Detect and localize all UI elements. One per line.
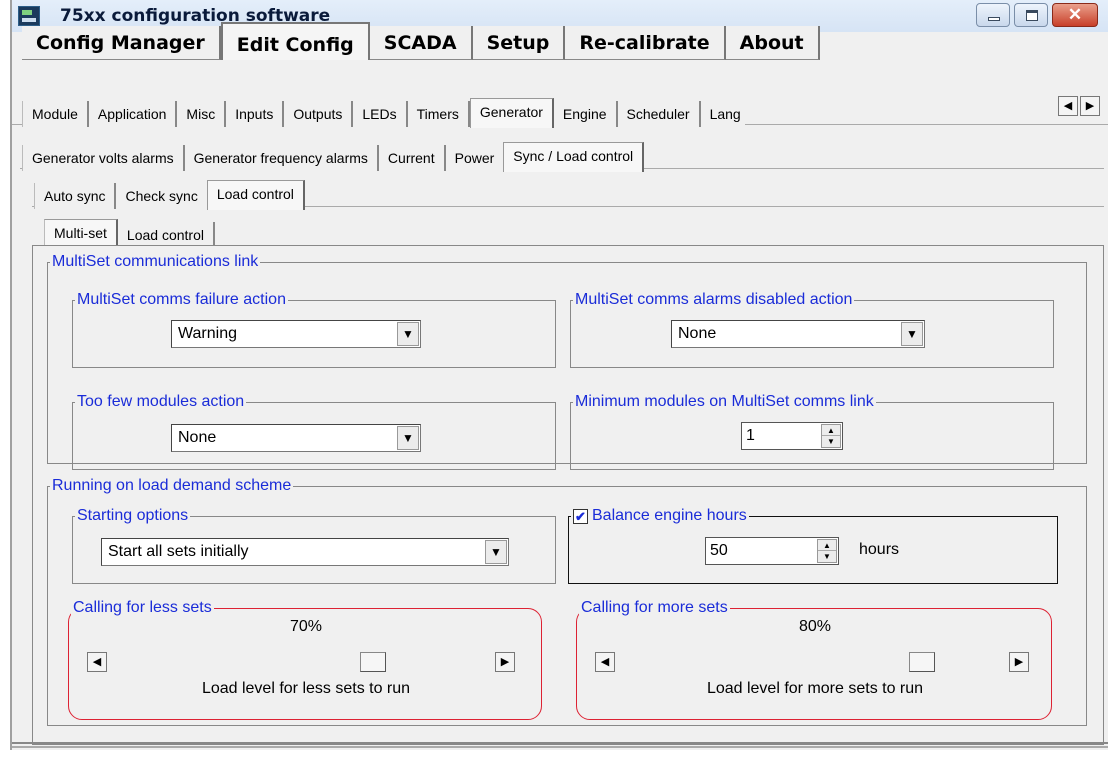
calling-less-sets-group: Calling for less sets 70% ◀ ▶ Load level…	[68, 600, 542, 720]
maximize-button[interactable]	[1014, 3, 1048, 27]
tab-edit-config[interactable]: Edit Config	[220, 22, 370, 60]
more-sets-slider-thumb[interactable]	[909, 652, 936, 672]
spin-down-icon[interactable]: ▼	[818, 551, 836, 562]
tab-leds[interactable]: LEDs	[353, 101, 408, 127]
slider-right-arrow-icon[interactable]: ▶	[495, 652, 515, 672]
starting-options-label: Starting options	[77, 507, 189, 524]
tab-engine[interactable]: Engine	[553, 101, 618, 127]
comms-alarms-disabled-select[interactable]: None ▼	[671, 320, 925, 348]
maximize-icon	[1026, 10, 1038, 21]
less-sets-slider-thumb[interactable]	[360, 652, 387, 672]
tab-outputs[interactable]: Outputs	[284, 101, 354, 127]
more-sets-caption: Load level for more sets to run	[706, 680, 924, 697]
balance-hours-checkbox[interactable]: ✔	[573, 508, 588, 524]
multi-set-panel: MultiSet communications link MultiSet co…	[32, 245, 1104, 745]
tab-scroll-left-icon[interactable]: ◀	[1058, 96, 1078, 116]
comms-alarms-disabled-group: MultiSet comms alarms disabled action No…	[570, 292, 1054, 368]
min-modules-spinner[interactable]: 1 ▲ ▼	[741, 422, 843, 450]
more-sets-percent: 80%	[798, 618, 832, 635]
starting-options-value: Start all sets initially	[108, 543, 249, 560]
tab-scada[interactable]: SCADA	[369, 26, 473, 60]
tab-inputs[interactable]: Inputs	[226, 101, 285, 127]
slider-right-arrow-icon[interactable]: ▶	[1009, 652, 1029, 672]
load-demand-group: Running on load demand scheme Starting o…	[47, 478, 1087, 726]
tab-recalibrate[interactable]: Re-calibrate	[565, 26, 726, 60]
spin-up-icon[interactable]: ▲	[818, 540, 836, 551]
comms-alarms-disabled-value: None	[678, 325, 717, 342]
minimize-button[interactable]	[976, 3, 1010, 27]
load-demand-title: Running on load demand scheme	[52, 477, 292, 494]
tab-auto-sync[interactable]: Auto sync	[34, 183, 117, 209]
tab-application[interactable]: Application	[88, 101, 178, 127]
load-tabs: Multi-set Load control	[44, 218, 215, 249]
chevron-down-icon[interactable]: ▼	[397, 322, 419, 346]
comms-failure-action-group: MultiSet comms failure action Warning ▼	[72, 292, 556, 368]
tab-current[interactable]: Current	[378, 145, 446, 171]
tab-config-manager[interactable]: Config Manager	[22, 26, 221, 60]
spin-down-icon[interactable]: ▼	[822, 436, 840, 447]
tab-timers[interactable]: Timers	[407, 101, 470, 127]
generator-tabs: Generator volts alarms Generator frequen…	[22, 141, 645, 172]
min-modules-value: 1	[746, 427, 755, 444]
tab-module[interactable]: Module	[22, 101, 89, 127]
sync-tabs: Auto sync Check sync Load control	[34, 179, 305, 210]
tab-generator[interactable]: Generator	[469, 98, 554, 128]
balance-hours-unit: hours	[859, 540, 900, 558]
balance-hours-legend: ✔ Balance engine hours	[571, 508, 749, 525]
comms-failure-action-label: MultiSet comms failure action	[77, 291, 286, 308]
app-window: 75xx configuration software ✕ Config Man…	[10, 0, 1108, 750]
tab-setup[interactable]: Setup	[472, 26, 566, 60]
slider-left-arrow-icon[interactable]: ◀	[87, 652, 107, 672]
calling-more-sets-label: Calling for more sets	[581, 599, 728, 616]
tab-check-sync[interactable]: Check sync	[116, 183, 207, 209]
multiset-comms-title: MultiSet communications link	[52, 253, 259, 270]
starting-options-select[interactable]: Start all sets initially ▼	[101, 538, 509, 566]
close-icon: ✕	[1067, 5, 1083, 24]
tab-misc[interactable]: Misc	[177, 101, 227, 127]
tab-scheduler[interactable]: Scheduler	[617, 101, 701, 127]
balance-hours-label: Balance engine hours	[592, 507, 747, 524]
multiset-comms-group: MultiSet communications link MultiSet co…	[47, 253, 1087, 470]
min-modules-label: Minimum modules on MultiSet comms link	[575, 393, 874, 410]
tab-language[interactable]: Lang	[700, 101, 745, 127]
more-sets-slider[interactable]: ◀ ▶	[595, 652, 1029, 672]
comms-failure-action-select[interactable]: Warning ▼	[171, 320, 421, 348]
less-sets-slider[interactable]: ◀ ▶	[87, 652, 515, 672]
tab-scroll-right-icon[interactable]: ▶	[1080, 96, 1100, 116]
chevron-down-icon[interactable]: ▼	[901, 322, 923, 346]
comms-failure-action-value: Warning	[178, 325, 237, 342]
chevron-down-icon[interactable]: ▼	[485, 540, 507, 564]
tab-generator-volts-alarms[interactable]: Generator volts alarms	[22, 145, 185, 171]
tab-generator-frequency-alarms[interactable]: Generator frequency alarms	[184, 145, 379, 171]
balance-hours-value: 50	[710, 541, 728, 559]
less-sets-percent: 70%	[289, 618, 323, 635]
tab-about[interactable]: About	[725, 26, 820, 60]
balance-hours-group: ✔ Balance engine hours 50 ▲ ▼ hours	[568, 508, 1058, 584]
tab-sync-load-control[interactable]: Sync / Load control	[503, 142, 645, 172]
calling-more-sets-group: Calling for more sets 80% ◀ ▶ Load level…	[576, 600, 1052, 720]
close-button[interactable]: ✕	[1052, 3, 1098, 27]
tab-load-control[interactable]: Load control	[206, 180, 305, 210]
comms-alarms-disabled-label: MultiSet comms alarms disabled action	[575, 291, 853, 308]
app-icon	[18, 6, 40, 26]
chevron-down-icon[interactable]: ▼	[397, 426, 419, 450]
config-tabs: Module Application Misc Inputs Outputs L…	[22, 97, 745, 128]
starting-options-group: Starting options Start all sets initiall…	[72, 508, 556, 584]
tab-power[interactable]: Power	[445, 145, 504, 171]
too-few-modules-label: Too few modules action	[77, 393, 245, 410]
min-modules-group: Minimum modules on MultiSet comms link 1…	[570, 394, 1054, 470]
spin-up-icon[interactable]: ▲	[822, 425, 840, 436]
too-few-modules-group: Too few modules action None ▼	[72, 394, 556, 470]
calling-less-sets-label: Calling for less sets	[73, 599, 212, 616]
slider-left-arrow-icon[interactable]: ◀	[595, 652, 615, 672]
minimize-icon	[988, 17, 1000, 21]
balance-hours-spinner[interactable]: 50 ▲ ▼	[705, 536, 839, 565]
main-tabs: Config Manager Edit Config SCADA Setup R…	[22, 22, 820, 60]
too-few-modules-select[interactable]: None ▼	[171, 424, 421, 452]
less-sets-caption: Load level for less sets to run	[201, 680, 411, 697]
too-few-modules-value: None	[178, 429, 217, 446]
